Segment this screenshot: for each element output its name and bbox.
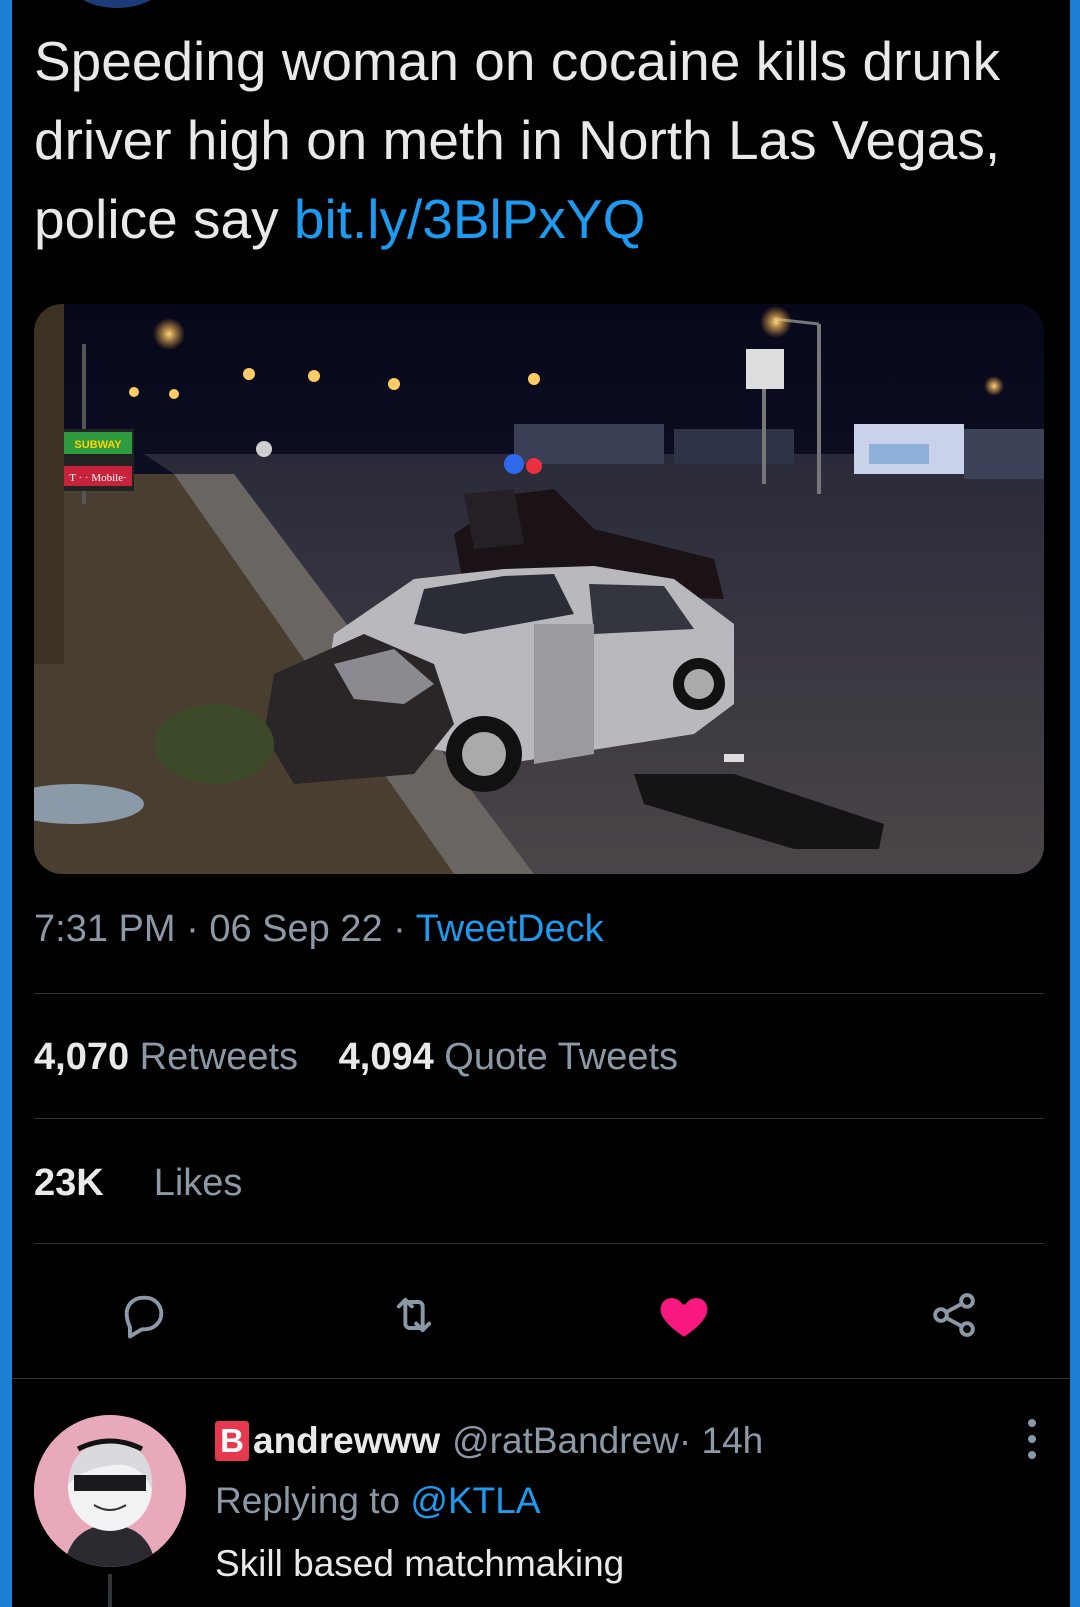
tweet-source[interactable]: TweetDeck	[416, 908, 604, 950]
reply-divider	[12, 1378, 1070, 1379]
reply-avatar[interactable]	[34, 1415, 186, 1567]
meta-separator-1: ·	[175, 908, 210, 950]
reply-handle[interactable]: @ratBandrew	[452, 1420, 679, 1462]
name-badge-icon: B	[215, 1421, 249, 1461]
crash-scene-image: SUBWAY T · · Mobile·	[34, 304, 1044, 874]
reply-display-name[interactable]: andrewww	[253, 1420, 440, 1462]
quotes-stat[interactable]: 4,094 Quote Tweets	[339, 1036, 678, 1078]
replying-to-line: Replying to @KTLA	[215, 1480, 541, 1522]
retweet-stats-row: 4,070 Retweets 4,094 Quote Tweets	[34, 1036, 678, 1079]
share-nodes-icon	[933, 1293, 975, 1337]
heart-icon	[660, 1298, 708, 1337]
retweets-stat[interactable]: 4,070 Retweets	[34, 1036, 298, 1078]
tweet-time[interactable]: 7:31 PM	[34, 908, 176, 950]
quotes-count: 4,094	[338, 1036, 434, 1078]
share-button[interactable]	[919, 1280, 989, 1350]
divider	[34, 993, 1044, 994]
tweet-detail-screen: Speeding woman on cocaine kills drunk dr…	[12, 0, 1070, 1607]
tweet-timestamp-row: 7:31 PM · 06 Sep 22 · TweetDeck	[34, 908, 604, 951]
quotes-label: Quote Tweets	[444, 1036, 679, 1078]
more-options-button[interactable]	[1017, 1415, 1047, 1463]
reply-button[interactable]	[109, 1280, 179, 1350]
like-button[interactable]	[649, 1280, 719, 1350]
thread-line	[108, 1574, 112, 1607]
meta-separator-2: ·	[382, 908, 416, 950]
replying-mention[interactable]: @KTLA	[410, 1480, 540, 1521]
vertical-ellipsis-icon	[1028, 1419, 1036, 1459]
tweet-date[interactable]: 06 Sep 22	[209, 908, 382, 950]
reply-time[interactable]: · 14h	[679, 1420, 763, 1462]
tweet-action-bar	[34, 1280, 1044, 1350]
replying-prefix: Replying to	[215, 1480, 411, 1521]
tweet-text: Speeding woman on cocaine kills drunk dr…	[34, 22, 1054, 259]
tweet-photo[interactable]: SUBWAY T · · Mobile·	[34, 304, 1044, 874]
likes-count: 23K	[34, 1162, 104, 1204]
tmobile-sign-text: T · · Mobile·	[69, 472, 127, 484]
retweet-button[interactable]	[379, 1280, 449, 1350]
likes-label: Likes	[153, 1162, 243, 1204]
reply-avatar-illustration	[34, 1415, 186, 1567]
reply-text: Skill based matchmaking	[215, 1543, 625, 1584]
likes-stats-row[interactable]: 23K Likes	[34, 1162, 242, 1205]
speech-bubble-icon	[124, 1295, 164, 1339]
subway-sign-text: SUBWAY	[74, 439, 122, 451]
tweet-link[interactable]: bit.ly/3BlPxYQ	[294, 188, 646, 250]
retweets-count: 4,070	[34, 1036, 130, 1078]
screen-frame-right	[1070, 0, 1080, 1607]
retweets-label: Retweets	[139, 1036, 299, 1078]
screen-frame-left	[0, 0, 12, 1607]
divider	[34, 1243, 1044, 1244]
author-avatar-cropped[interactable]	[72, 0, 162, 8]
divider	[34, 1118, 1044, 1119]
retweet-icon	[396, 1297, 432, 1333]
reply-header: Bandrewww @ratBandrew · 14h	[215, 1420, 763, 1462]
